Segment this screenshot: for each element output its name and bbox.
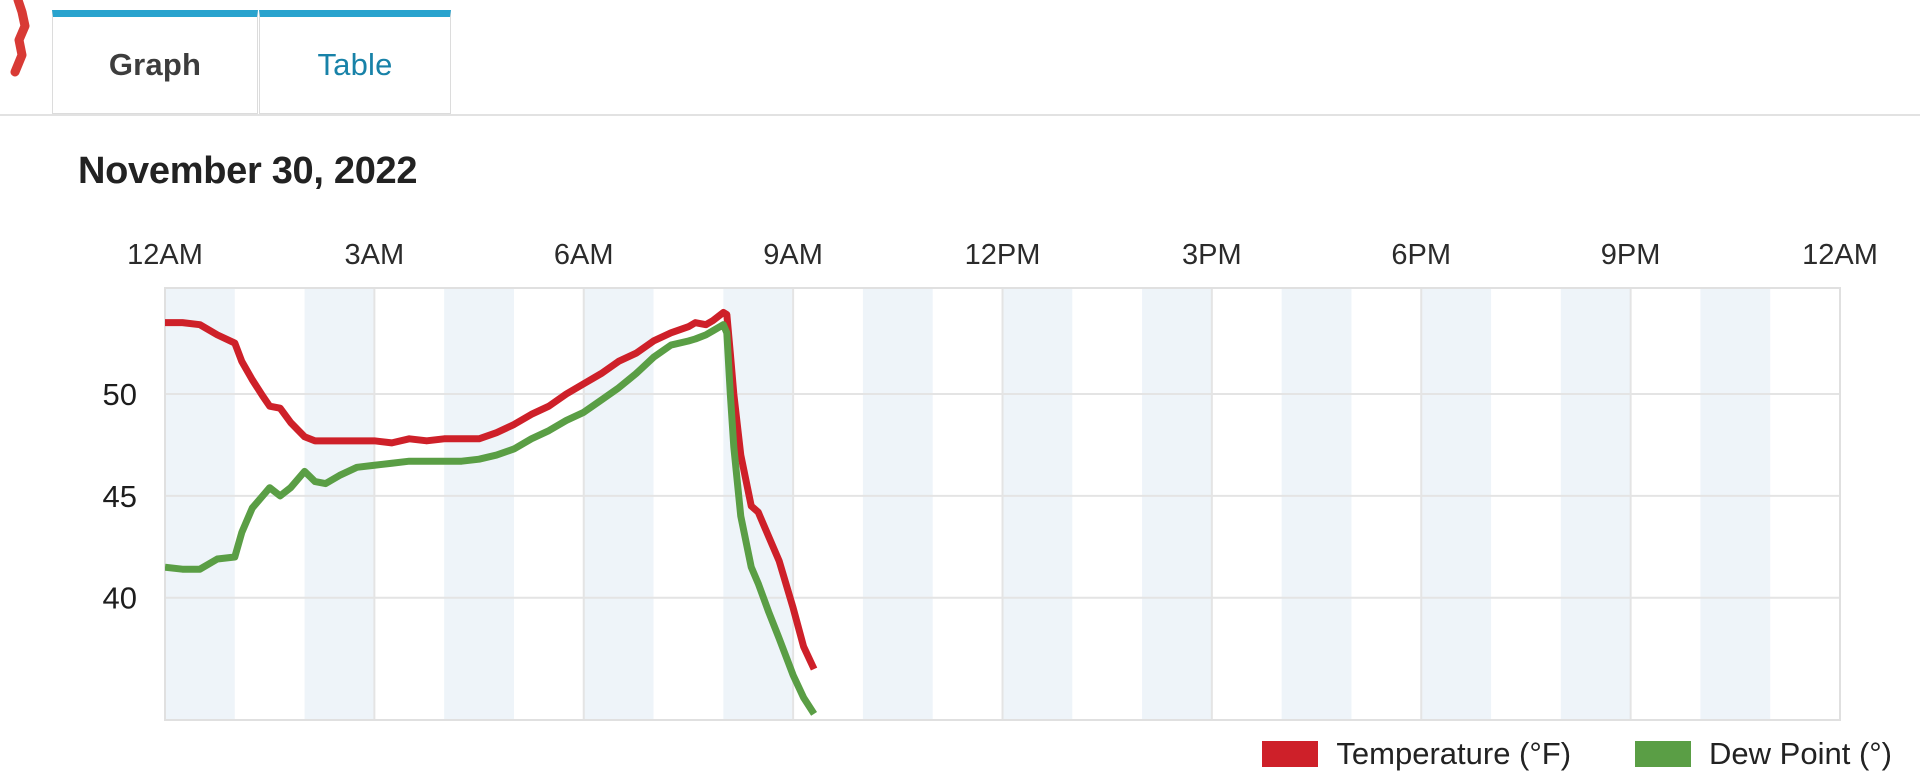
page-title: November 30, 2022	[78, 150, 418, 192]
y-axis-tick-label: 45	[103, 479, 137, 514]
x-axis-tick-label: 3PM	[1182, 239, 1242, 271]
tab-table-label: Table	[317, 47, 393, 82]
chart-svg: 12AM 3AM 6AM 9AM 12PM 3PM 6PM 9PM 12AM 40 45 50	[103, 239, 1878, 721]
chart-band	[444, 288, 514, 720]
chart-bands	[165, 288, 1771, 720]
chart-band	[1281, 288, 1352, 720]
y-axis-tick-label: 40	[103, 581, 137, 616]
legend-temperature-swatch	[1262, 741, 1319, 767]
x-axis-tick-labels: 12AM 3AM 6AM 9AM 12PM 3PM 6PM 9PM 12AM	[127, 239, 1878, 271]
y-axis-tick-labels: 40 45 50	[103, 377, 137, 616]
legend-dew-point-label: Dew Point (°)	[1709, 736, 1892, 771]
chart-band	[304, 288, 375, 720]
y-axis-tick-label: 50	[103, 377, 137, 412]
chart-band	[165, 288, 235, 720]
chart-band	[1421, 288, 1492, 720]
chart-band	[1700, 288, 1771, 720]
tab-table[interactable]: Table	[259, 10, 451, 114]
legend-temperature[interactable]: Temperature (°F)	[1262, 736, 1571, 772]
chart-band	[862, 288, 933, 720]
chart-band	[1142, 288, 1212, 720]
legend-dew-point-swatch	[1635, 741, 1692, 767]
legend-dew-point[interactable]: Dew Point (°)	[1635, 736, 1892, 772]
tab-graph-label: Graph	[108, 47, 202, 82]
x-axis-tick-label: 12AM	[127, 239, 203, 271]
x-axis-tick-label: 12PM	[965, 239, 1041, 271]
view-tabs: Graph Table	[0, 0, 1920, 116]
legend-temperature-label: Temperature (°F)	[1336, 736, 1572, 771]
tab-graph[interactable]: Graph	[52, 10, 258, 114]
x-axis-tick-label: 6AM	[554, 239, 614, 271]
x-axis-tick-label: 6PM	[1391, 239, 1451, 271]
x-axis-tick-label: 9AM	[763, 239, 823, 271]
chart-band	[1560, 288, 1631, 720]
x-axis-tick-label: 3AM	[345, 239, 405, 271]
x-axis-tick-label: 12AM	[1802, 239, 1878, 271]
chart-band	[583, 288, 654, 720]
weather-chart: 12AM 3AM 6AM 9AM 12PM 3PM 6PM 9PM 12AM 40 45 50	[0, 222, 1920, 742]
chart-legend: Temperature (°F) Dew Point (°)	[0, 728, 1920, 780]
x-axis-tick-label: 9PM	[1601, 239, 1661, 271]
chart-band	[1002, 288, 1073, 720]
